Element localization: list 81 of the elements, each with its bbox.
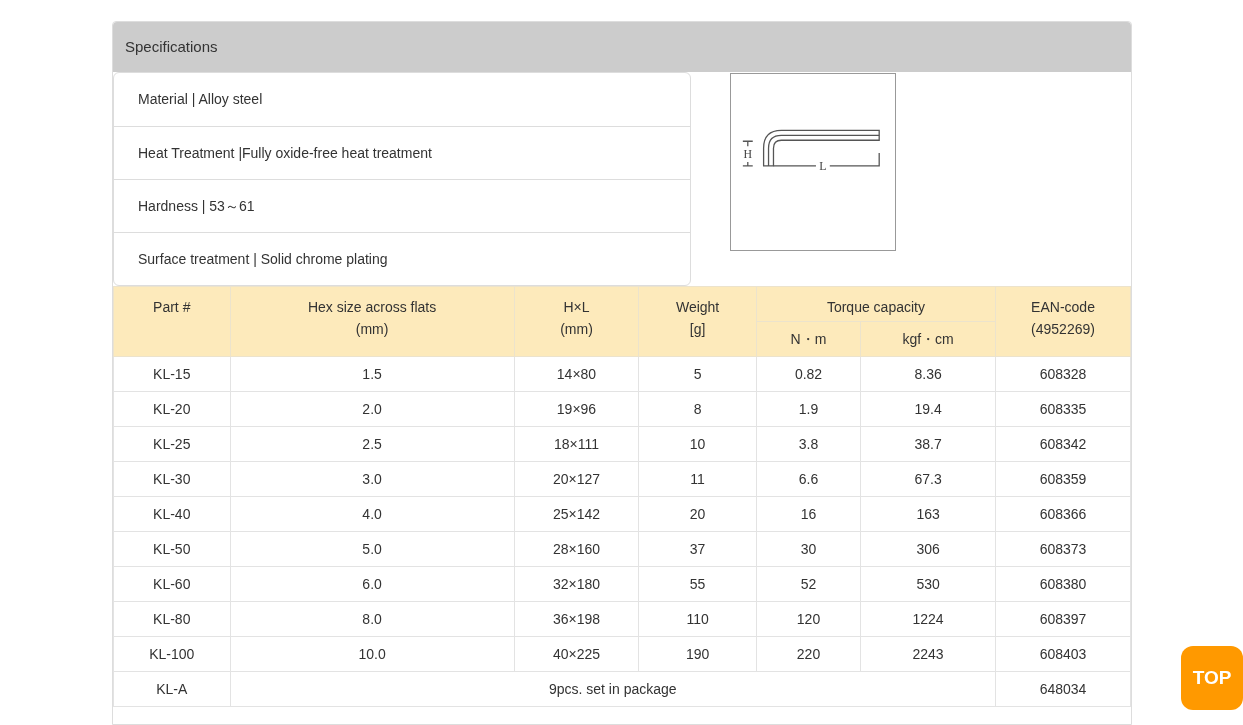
table-cell: 10 — [638, 426, 757, 462]
table-cell: 32×180 — [514, 566, 639, 602]
table-cell: 36×198 — [514, 601, 639, 637]
table-cell: 40×225 — [514, 636, 639, 672]
table-cell: 608397 — [995, 601, 1131, 637]
spec-item: Surface treatment | Solid chrome plating — [114, 232, 690, 285]
table-cell: 14×80 — [514, 356, 639, 392]
table-cell: 20 — [638, 496, 757, 532]
spec-item: Hardness | 53～61 — [114, 179, 690, 232]
column-header: H×L (mm) — [514, 286, 639, 357]
table-cell: 37 — [638, 531, 757, 567]
table-cell: 8.36 — [860, 356, 996, 392]
back-to-top-button[interactable]: TOP — [1181, 646, 1243, 710]
table-cell: 1224 — [860, 601, 996, 637]
table-cell: 10.0 — [230, 636, 515, 672]
table-cell: 25×142 — [514, 496, 639, 532]
table-cell: 608328 — [995, 356, 1131, 392]
table-cell: 8.0 — [230, 601, 515, 637]
table-cell: 11 — [638, 461, 757, 497]
table-cell: 5 — [638, 356, 757, 392]
hex-key-drawing: H L — [730, 73, 896, 251]
column-header: Part # — [113, 286, 230, 357]
table-cell: 19×96 — [514, 391, 639, 427]
table-cell: 18×111 — [514, 426, 639, 462]
column-header: Hex size across flats (mm) — [230, 286, 515, 357]
table-cell: 2.5 — [230, 426, 515, 462]
table-cell: KL-40 — [113, 496, 230, 532]
table-cell: KL-80 — [113, 601, 230, 637]
column-header: EAN-code (4952269) — [995, 286, 1131, 357]
table-cell: 52 — [756, 566, 861, 602]
table-cell: 190 — [638, 636, 757, 672]
table-cell: KL-A — [113, 671, 230, 707]
table-cell: KL-15 — [113, 356, 230, 392]
table-cell: 530 — [860, 566, 996, 602]
table-cell: 1.5 — [230, 356, 515, 392]
spec-item: Material | Alloy steel — [137, 90, 264, 109]
table-cell: KL-50 — [113, 531, 230, 567]
table-cell: 4.0 — [230, 496, 515, 532]
table-cell: 8 — [638, 391, 757, 427]
table-cell: KL-20 — [113, 391, 230, 427]
table-cell: 6.6 — [756, 461, 861, 497]
table-cell: 20×127 — [514, 461, 639, 497]
table-cell: 608403 — [995, 636, 1131, 672]
table-cell: 16 — [756, 496, 861, 532]
table-cell: 608380 — [995, 566, 1131, 602]
table-cell: 28×160 — [514, 531, 639, 567]
table-cell: 648034 — [995, 671, 1131, 707]
table-cell: 30 — [756, 531, 861, 567]
table-cell: 608342 — [995, 426, 1131, 462]
table-cell: 67.3 — [860, 461, 996, 497]
table-cell: 1.9 — [756, 391, 861, 427]
table-cell: 608373 — [995, 531, 1131, 567]
table-cell: 3.0 — [230, 461, 515, 497]
table-cell: 0.82 — [756, 356, 861, 392]
table-cell: 5.0 — [230, 531, 515, 567]
table-cell: 38.7 — [860, 426, 996, 462]
table-cell: 6.0 — [230, 566, 515, 602]
table-cell: 19.4 — [860, 391, 996, 427]
table-cell: 2243 — [860, 636, 996, 672]
table-cell: 306 — [860, 531, 996, 567]
table-cell: 220 — [756, 636, 861, 672]
spec-item: Heat Treatment |Fully oxide-free heat treatment — [114, 126, 690, 179]
panel-header: Specifications — [113, 22, 1131, 72]
table-cell: 608366 — [995, 496, 1131, 532]
table-cell: KL-25 — [113, 426, 230, 462]
table-cell: KL-60 — [113, 566, 230, 602]
column-header: Weight [g] — [638, 286, 757, 357]
table-cell: 55 — [638, 566, 757, 602]
table-cell: 608335 — [995, 391, 1131, 427]
table-cell: 110 — [638, 601, 757, 637]
table-cell: KL-30 — [113, 461, 230, 497]
table-cell: 2.0 — [230, 391, 515, 427]
table-cell: 608359 — [995, 461, 1131, 497]
table-cell: 120 — [756, 601, 861, 637]
table-cell: KL-100 — [113, 636, 230, 672]
table-cell: 163 — [860, 496, 996, 532]
table-cell: 9pcs. set in package — [230, 671, 996, 707]
table-cell: 3.8 — [756, 426, 861, 462]
column-header: Torque capacity — [756, 286, 996, 322]
column-header: N・m — [756, 321, 861, 357]
column-header: kgf・cm — [860, 321, 996, 357]
